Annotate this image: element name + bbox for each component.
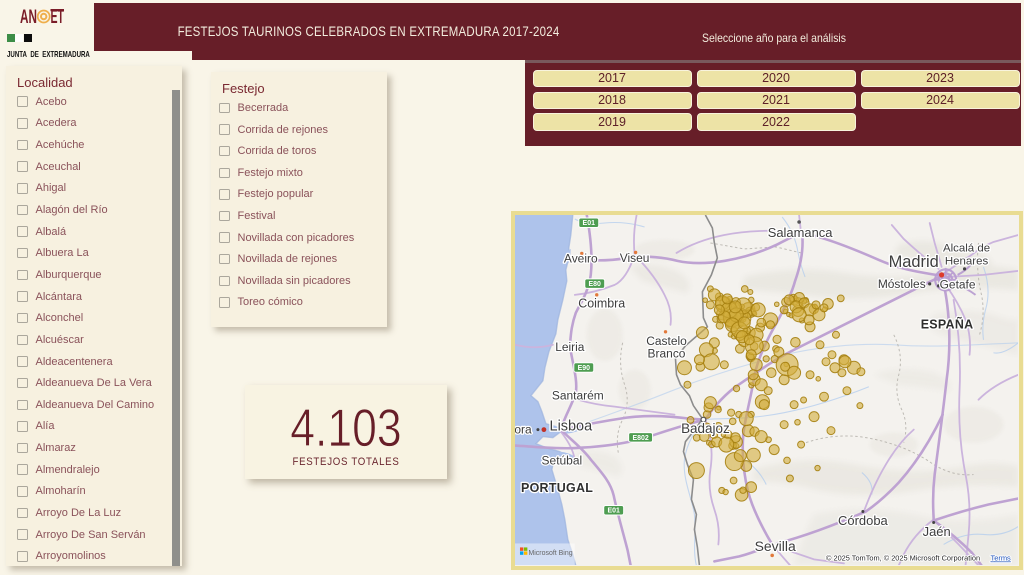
svg-text:Jaén: Jaén xyxy=(923,524,951,539)
svg-text:PORTUGAL: PORTUGAL xyxy=(521,481,593,495)
svg-text:E90: E90 xyxy=(578,365,591,372)
svg-text:E802: E802 xyxy=(632,435,648,442)
svg-text:© 2025 TomTom, © 2025 Microsof: © 2025 TomTom, © 2025 Microsoft Corporat… xyxy=(826,553,980,562)
svg-text:Aveiro: Aveiro xyxy=(564,251,598,265)
svg-text:Alcalá de: Alcalá de xyxy=(943,242,990,254)
svg-text:E80: E80 xyxy=(589,281,602,288)
svg-text:Madrid: Madrid xyxy=(889,253,939,271)
svg-text:Branco: Branco xyxy=(648,347,686,361)
svg-text:Castelo: Castelo xyxy=(646,334,687,348)
svg-text:Viseu: Viseu xyxy=(620,251,650,265)
svg-text:ET: ET xyxy=(51,9,65,24)
svg-text:Coimbra: Coimbra xyxy=(578,296,625,310)
svg-text:Córdoba: Córdoba xyxy=(838,513,888,528)
svg-text:ESPAÑA: ESPAÑA xyxy=(921,316,974,331)
svg-text:E01: E01 xyxy=(583,220,596,227)
svg-text:Salamanca: Salamanca xyxy=(768,225,834,240)
svg-text:Microsoft Bing: Microsoft Bing xyxy=(528,550,572,557)
svg-text:Badajoz: Badajoz xyxy=(681,421,730,436)
svg-text:Lisboa: Lisboa xyxy=(550,419,594,435)
svg-text:Terms: Terms xyxy=(990,553,1011,562)
svg-text:ora: ora xyxy=(515,423,532,437)
svg-text:AN: AN xyxy=(20,9,37,24)
svg-text:Getafe: Getafe xyxy=(940,277,976,291)
svg-text:Leiria: Leiria xyxy=(555,340,585,354)
svg-text:E01: E01 xyxy=(607,508,620,515)
svg-text:Santarém: Santarém xyxy=(552,389,604,403)
svg-text:Móstoles: Móstoles xyxy=(878,277,926,291)
svg-text:Sevilla: Sevilla xyxy=(755,538,796,554)
svg-text:Setúbal: Setúbal xyxy=(542,454,583,468)
svg-text:Henares: Henares xyxy=(945,255,989,267)
